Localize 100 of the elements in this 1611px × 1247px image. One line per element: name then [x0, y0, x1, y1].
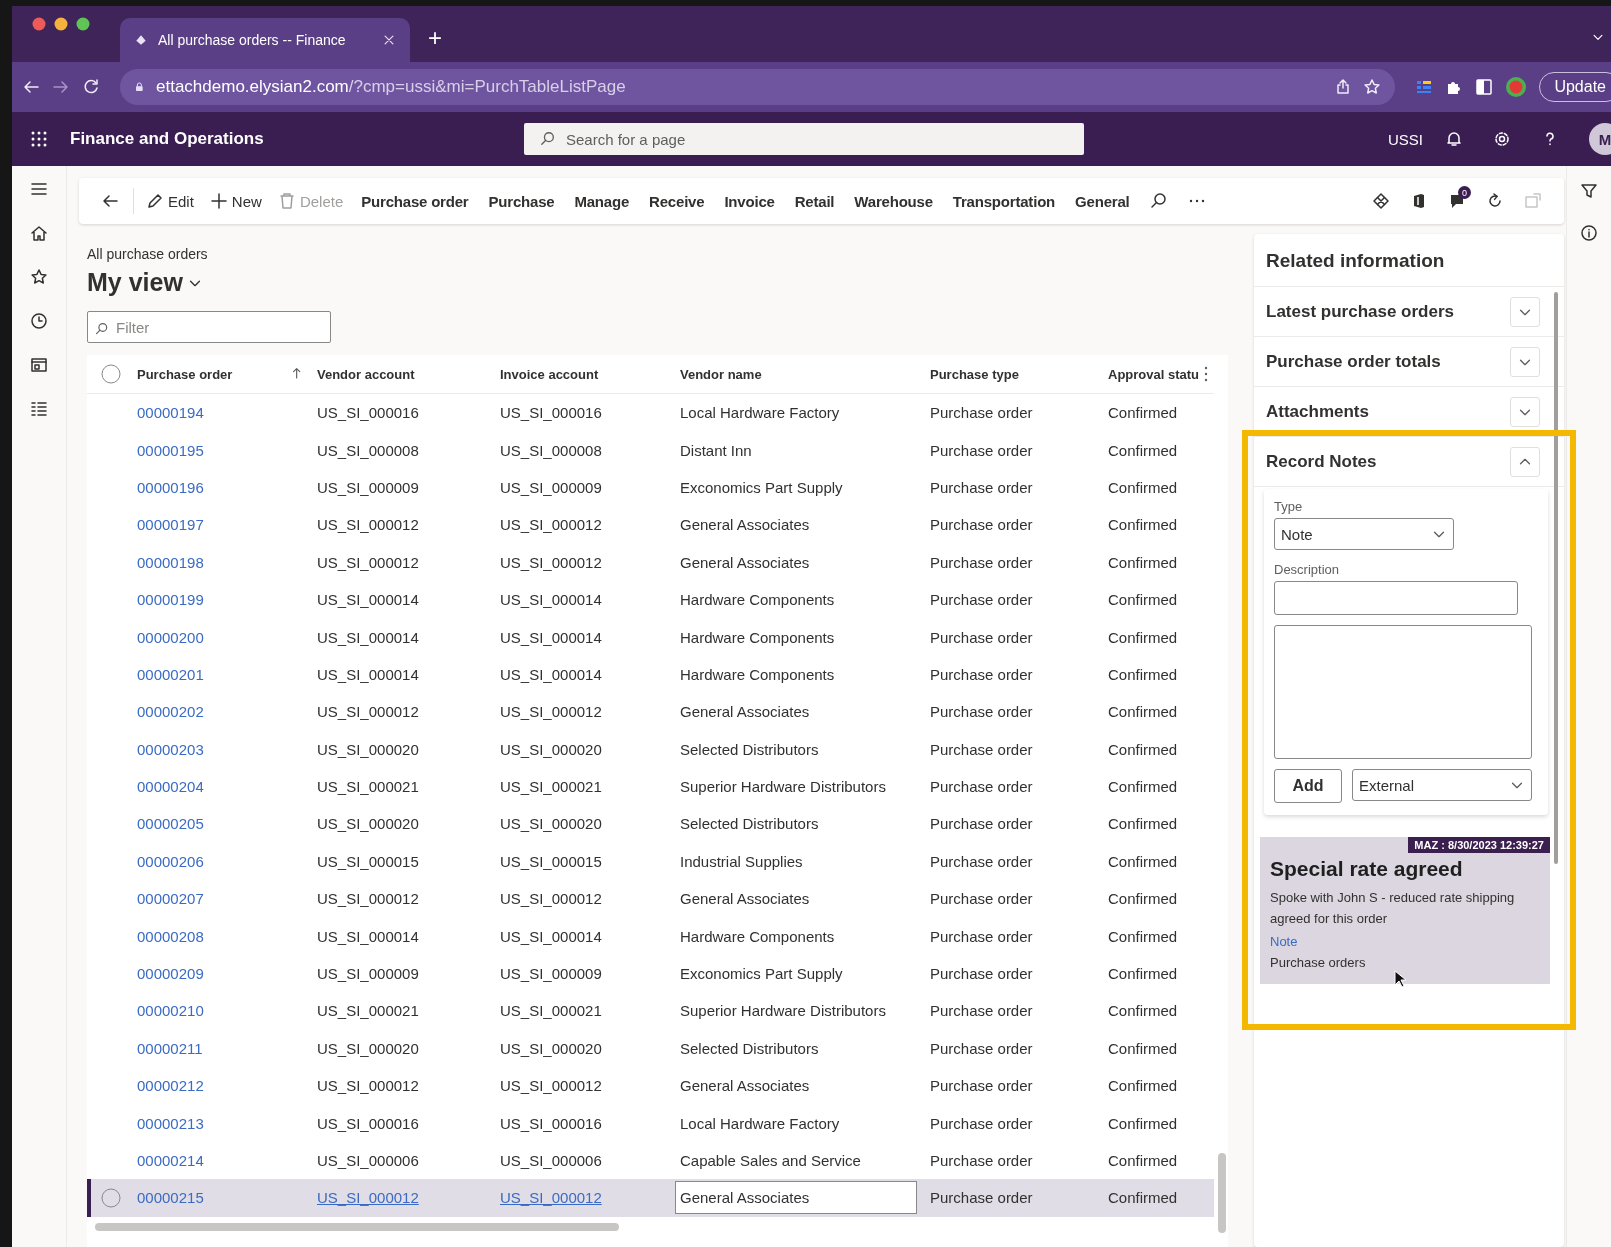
- selected-row[interactable]: 00000215 US_SI_000012 US_SI_000012 General Associates Purchase order Confirmed: [87, 1179, 1214, 1217]
- column-header[interactable]: Vendor name: [680, 366, 762, 382]
- order-link[interactable]: 00000195: [137, 441, 204, 459]
- company-selector[interactable]: USSI: [1388, 130, 1423, 148]
- order-link[interactable]: 00000212: [137, 1077, 204, 1095]
- section-header[interactable]: Attachments: [1266, 401, 1510, 422]
- order-link[interactable]: 00000206: [137, 852, 204, 870]
- order-link[interactable]: 00000202: [137, 703, 204, 721]
- type-dropdown[interactable]: Note: [1274, 518, 1454, 550]
- table-row[interactable]: 00000200 US_SI_000014 US_SI_000014 Hardware Components Purchase order Confirmed: [87, 618, 1214, 656]
- toolbar-button[interactable]: New: [201, 192, 270, 210]
- order-link[interactable]: 00000205: [137, 815, 204, 833]
- select-all-checkbox[interactable]: [101, 364, 121, 384]
- order-link[interactable]: 00000210: [137, 1002, 204, 1020]
- recent-clock-icon[interactable]: [30, 312, 48, 330]
- favorites-star-icon[interactable]: [30, 268, 48, 286]
- table-row[interactable]: 00000206 US_SI_000015 US_SI_000015 Industrial Supplies Purchase order Confirmed: [87, 842, 1214, 881]
- add-button[interactable]: Add: [1274, 769, 1342, 803]
- back-icon[interactable]: [101, 192, 119, 210]
- order-link[interactable]: 00000196: [137, 478, 204, 496]
- table-row[interactable]: 00000208 US_SI_000014 US_SI_000014 Hardware Components Purchase order Confirmed: [87, 917, 1214, 955]
- table-row[interactable]: 00000195 US_SI_000008 US_SI_000008 Distant Inn Purchase order Confirmed: [87, 431, 1214, 469]
- info-icon[interactable]: [1580, 224, 1598, 242]
- order-link[interactable]: 00000197: [137, 516, 204, 534]
- expand-toggle[interactable]: [1510, 446, 1540, 477]
- table-row[interactable]: 00000202 US_SI_000012 US_SI_000012 General Associates Purchase order Confirmed: [87, 693, 1214, 731]
- table-row[interactable]: 00000203 US_SI_000020 US_SI_000020 Selected Distributors Purchase order Confirmed: [87, 730, 1214, 768]
- forward-icon[interactable]: [52, 78, 70, 96]
- search-field[interactable]: Search for a page: [524, 123, 1084, 155]
- row-checkbox[interactable]: [101, 1187, 121, 1208]
- minimize-window-button[interactable]: [54, 17, 68, 31]
- diamond-icon[interactable]: [1372, 192, 1390, 210]
- menu-tab[interactable]: Transportation: [942, 192, 1066, 210]
- menu-tab[interactable]: Receive: [639, 192, 715, 210]
- visibility-dropdown[interactable]: External: [1352, 769, 1532, 801]
- table-row[interactable]: 00000207 US_SI_000012 US_SI_000012 General Associates Purchase order Confirmed: [87, 880, 1214, 918]
- column-header[interactable]: Approval statu: [1108, 366, 1199, 382]
- order-link[interactable]: 00000198: [137, 553, 204, 571]
- search-icon[interactable]: [1149, 192, 1168, 210]
- app-launcher-icon[interactable]: [30, 130, 48, 148]
- section-header[interactable]: Latest purchase orders: [1266, 301, 1510, 322]
- filter-icon[interactable]: [1580, 182, 1598, 200]
- menu-tab[interactable]: Retail: [784, 192, 845, 210]
- cell-input[interactable]: General Associates: [675, 1181, 917, 1215]
- view-selector[interactable]: My view: [87, 268, 1228, 297]
- column-header[interactable]: Purchase order: [137, 366, 233, 382]
- expand-toggle[interactable]: [1510, 346, 1540, 377]
- menu-tab[interactable]: Invoice: [714, 192, 785, 210]
- message-icon[interactable]: [1448, 192, 1466, 210]
- table-row[interactable]: 00000198 US_SI_000012 US_SI_000012 General Associates Purchase order Confirmed: [87, 543, 1214, 581]
- table-row[interactable]: 00000213 US_SI_000016 US_SI_000016 Local Hardware Factory Purchase order Confirmed: [87, 1104, 1214, 1142]
- back-icon[interactable]: [22, 78, 40, 96]
- order-link[interactable]: 00000203: [137, 740, 204, 758]
- table-row[interactable]: 00000205 US_SI_000020 US_SI_000020 Selected Distributors Purchase order Confirmed: [87, 805, 1214, 843]
- table-row[interactable]: 00000214 US_SI_000006 US_SI_000006 Capable Sales and Service Purchase order Confirmed: [87, 1141, 1214, 1180]
- column-header[interactable]: Invoice account: [500, 366, 599, 382]
- menu-tab[interactable]: Purchase order: [351, 192, 479, 210]
- expand-toggle[interactable]: [1510, 396, 1540, 427]
- table-row[interactable]: 00000209 US_SI_000009 US_SI_000009 Exconomics Part Supply Purchase order Confirmed: [87, 954, 1214, 993]
- expand-toggle[interactable]: [1510, 296, 1540, 327]
- menu-tab[interactable]: Warehouse: [844, 192, 943, 210]
- menu-tab[interactable]: Purchase: [478, 192, 565, 210]
- panel-scrollbar[interactable]: [1554, 292, 1558, 864]
- modules-list-icon[interactable]: [30, 400, 48, 418]
- order-link[interactable]: 00000200: [137, 628, 204, 646]
- menu-icon[interactable]: [30, 180, 48, 198]
- reload-icon[interactable]: [82, 78, 100, 96]
- close-window-button[interactable]: [32, 17, 46, 31]
- order-link[interactable]: 00000213: [137, 1114, 204, 1132]
- table-row[interactable]: 00000196 US_SI_000009 US_SI_000009 Exconomics Part Supply Purchase order Confirmed: [87, 468, 1214, 507]
- notifications-icon[interactable]: [1445, 130, 1463, 148]
- section-header[interactable]: Purchase order totals: [1266, 351, 1510, 372]
- order-link[interactable]: 00000201: [137, 665, 204, 683]
- order-link[interactable]: 00000194: [137, 404, 204, 422]
- order-link[interactable]: 00000208: [137, 927, 204, 945]
- column-header[interactable]: Vendor account: [317, 366, 415, 382]
- description-field[interactable]: [1274, 581, 1518, 615]
- filter-field[interactable]: Filter: [87, 311, 331, 343]
- close-icon[interactable]: [382, 33, 396, 47]
- order-link[interactable]: 00000211: [137, 1039, 203, 1057]
- maximize-window-button[interactable]: [76, 17, 90, 31]
- account-link[interactable]: US_SI_000012: [317, 1189, 419, 1207]
- table-row[interactable]: 00000211 US_SI_000020 US_SI_000020 Selected Distributors Purchase order Confirmed: [87, 1029, 1214, 1068]
- table-row[interactable]: 00000194 US_SI_000016 US_SI_000016 Local Hardware Factory Purchase order Confirmed: [87, 394, 1214, 432]
- note-text-field[interactable]: [1274, 625, 1532, 759]
- home-icon[interactable]: [30, 224, 48, 242]
- account-link[interactable]: US_SI_000012: [500, 1189, 602, 1207]
- settings-icon[interactable]: [1493, 130, 1511, 148]
- side-panel-icon[interactable]: [1475, 78, 1494, 96]
- section-header[interactable]: Record Notes: [1266, 451, 1510, 472]
- table-row[interactable]: 00000212 US_SI_000012 US_SI_000012 General Associates Purchase order Confirmed: [87, 1067, 1214, 1105]
- menu-tab[interactable]: General: [1065, 192, 1140, 210]
- profile-icon[interactable]: [1505, 76, 1528, 98]
- user-avatar[interactable]: M: [1589, 123, 1611, 155]
- order-link[interactable]: 00000209: [137, 965, 204, 983]
- order-link[interactable]: 00000214: [137, 1152, 204, 1169]
- workspace-icon[interactable]: [30, 356, 48, 374]
- order-link[interactable]: 00000204: [137, 778, 204, 796]
- new-tab-button[interactable]: +: [410, 24, 460, 62]
- extension-icon[interactable]: [1415, 78, 1434, 96]
